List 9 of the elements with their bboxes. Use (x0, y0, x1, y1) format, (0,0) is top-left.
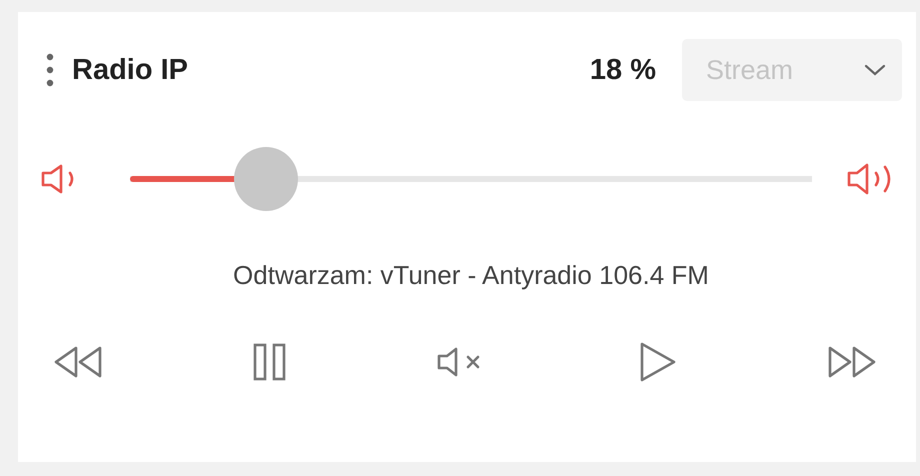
play-icon[interactable] (638, 341, 678, 383)
rewind-icon[interactable] (52, 345, 104, 379)
more-options-icon[interactable] (46, 53, 54, 87)
widget-title: Radio IP (72, 54, 188, 86)
now-playing-text: Odtwarzam: vTuner - Antyradio 106.4 FM (232, 260, 710, 291)
fast-forward-icon[interactable] (826, 345, 878, 379)
pause-icon[interactable] (252, 342, 288, 382)
chevron-down-icon (864, 64, 886, 76)
volume-reading: 18 % (590, 54, 656, 86)
